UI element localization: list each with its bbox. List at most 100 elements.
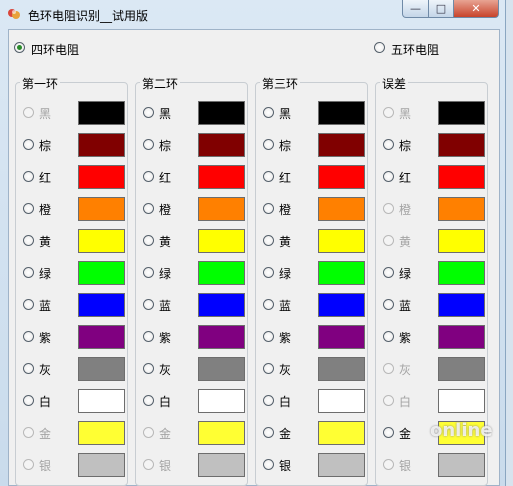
band3-swatch-9 bbox=[318, 389, 365, 413]
band1-swatch-5 bbox=[78, 261, 125, 285]
band3-radio-11[interactable] bbox=[263, 459, 274, 470]
band3-radio-2[interactable] bbox=[263, 171, 274, 182]
band1-radio-3[interactable] bbox=[23, 203, 34, 214]
band2-radio-8[interactable] bbox=[143, 363, 154, 374]
maximize-button[interactable]: □ bbox=[428, 0, 454, 18]
tolerance-swatch-7 bbox=[438, 325, 485, 349]
band1-radio-11 bbox=[23, 459, 34, 470]
group-title-band2: 第二环 bbox=[140, 75, 181, 92]
band3-radio-1[interactable] bbox=[263, 139, 274, 150]
tolerance-label-11: 银 bbox=[399, 459, 412, 473]
band2-radio-7[interactable] bbox=[143, 331, 154, 342]
band3-radio-3[interactable] bbox=[263, 203, 274, 214]
tolerance-radio-5[interactable] bbox=[383, 267, 394, 278]
band3-swatch-5 bbox=[318, 261, 365, 285]
band2-label-6: 蓝 bbox=[159, 299, 172, 313]
band3-swatch-7 bbox=[318, 325, 365, 349]
minimize-button[interactable]: — bbox=[402, 0, 429, 18]
band2-label-1: 棕 bbox=[159, 139, 172, 153]
band1-radio-7[interactable] bbox=[23, 331, 34, 342]
band1-radio-6[interactable] bbox=[23, 299, 34, 310]
band1-radio-4[interactable] bbox=[23, 235, 34, 246]
title-bar[interactable]: 色环电阻识别__试用版 — □ ✕ bbox=[0, 0, 505, 28]
band3-label-2: 红 bbox=[279, 171, 292, 185]
tolerance-swatch-8 bbox=[438, 357, 485, 381]
tolerance-label-9: 白 bbox=[399, 395, 412, 409]
band2-radio-2[interactable] bbox=[143, 171, 154, 182]
band3-label-10: 金 bbox=[279, 427, 292, 441]
tolerance-swatch-5 bbox=[438, 261, 485, 285]
group-title-tolerance: 误差 bbox=[380, 75, 409, 92]
band3-label-3: 橙 bbox=[279, 203, 292, 217]
band2-label-9: 白 bbox=[159, 395, 172, 409]
band2-radio-9[interactable] bbox=[143, 395, 154, 406]
band3-radio-7[interactable] bbox=[263, 331, 274, 342]
tolerance-radio-4 bbox=[383, 235, 394, 246]
band3-label-4: 黄 bbox=[279, 235, 292, 249]
app-icon bbox=[8, 9, 20, 19]
close-icon: ✕ bbox=[471, 2, 481, 15]
band1-radio-9[interactable] bbox=[23, 395, 34, 406]
band2-radio-6[interactable] bbox=[143, 299, 154, 310]
mode-four-band-radio[interactable] bbox=[14, 42, 25, 53]
tolerance-swatch-6 bbox=[438, 293, 485, 317]
band3-radio-9[interactable] bbox=[263, 395, 274, 406]
maximize-icon: □ bbox=[435, 2, 447, 15]
band2-radio-0[interactable] bbox=[143, 107, 154, 118]
tolerance-label-0: 黑 bbox=[399, 107, 412, 121]
band2-swatch-0 bbox=[198, 101, 245, 125]
tolerance-radio-3 bbox=[383, 203, 394, 214]
band3-radio-0[interactable] bbox=[263, 107, 274, 118]
band2-radio-3[interactable] bbox=[143, 203, 154, 214]
watermark: online bbox=[430, 420, 493, 441]
band3-radio-10[interactable] bbox=[263, 427, 274, 438]
band3-swatch-0 bbox=[318, 101, 365, 125]
band1-radio-1[interactable] bbox=[23, 139, 34, 150]
band2-radio-10 bbox=[143, 427, 154, 438]
band3-radio-4[interactable] bbox=[263, 235, 274, 246]
band1-swatch-11 bbox=[78, 453, 125, 477]
band3-label-11: 银 bbox=[279, 459, 292, 473]
tolerance-radio-7[interactable] bbox=[383, 331, 394, 342]
band1-swatch-7 bbox=[78, 325, 125, 349]
tolerance-label-1: 棕 bbox=[399, 139, 412, 153]
band1-radio-8[interactable] bbox=[23, 363, 34, 374]
band1-label-1: 棕 bbox=[39, 139, 52, 153]
tolerance-swatch-1 bbox=[438, 133, 485, 157]
band3-radio-8[interactable] bbox=[263, 363, 274, 374]
band1-swatch-1 bbox=[78, 133, 125, 157]
tolerance-label-10: 金 bbox=[399, 427, 412, 441]
band3-swatch-6 bbox=[318, 293, 365, 317]
band1-radio-5[interactable] bbox=[23, 267, 34, 278]
tolerance-label-5: 绿 bbox=[399, 267, 412, 281]
close-button[interactable]: ✕ bbox=[453, 0, 499, 18]
tolerance-radio-6[interactable] bbox=[383, 299, 394, 310]
tolerance-swatch-2 bbox=[438, 165, 485, 189]
band2-radio-4[interactable] bbox=[143, 235, 154, 246]
mode-five-band-radio[interactable] bbox=[374, 42, 385, 53]
tolerance-radio-1[interactable] bbox=[383, 139, 394, 150]
band2-radio-11 bbox=[143, 459, 154, 470]
band1-label-9: 白 bbox=[39, 395, 52, 409]
band3-radio-6[interactable] bbox=[263, 299, 274, 310]
band1-radio-2[interactable] bbox=[23, 171, 34, 182]
band1-radio-10 bbox=[23, 427, 34, 438]
band1-label-5: 绿 bbox=[39, 267, 52, 281]
band3-label-0: 黑 bbox=[279, 107, 292, 121]
tolerance-radio-0 bbox=[383, 107, 394, 118]
band2-swatch-5 bbox=[198, 261, 245, 285]
band1-swatch-10 bbox=[78, 421, 125, 445]
band2-radio-1[interactable] bbox=[143, 139, 154, 150]
band3-label-6: 蓝 bbox=[279, 299, 292, 313]
tolerance-radio-10[interactable] bbox=[383, 427, 394, 438]
band2-radio-5[interactable] bbox=[143, 267, 154, 278]
tolerance-label-8: 灰 bbox=[399, 363, 412, 377]
tolerance-radio-2[interactable] bbox=[383, 171, 394, 182]
band2-label-8: 灰 bbox=[159, 363, 172, 377]
band1-label-11: 银 bbox=[39, 459, 52, 473]
tolerance-label-3: 橙 bbox=[399, 203, 412, 217]
group-title-band3: 第三环 bbox=[260, 75, 301, 92]
tolerance-swatch-0 bbox=[438, 101, 485, 125]
band3-radio-5[interactable] bbox=[263, 267, 274, 278]
band1-radio-0 bbox=[23, 107, 34, 118]
